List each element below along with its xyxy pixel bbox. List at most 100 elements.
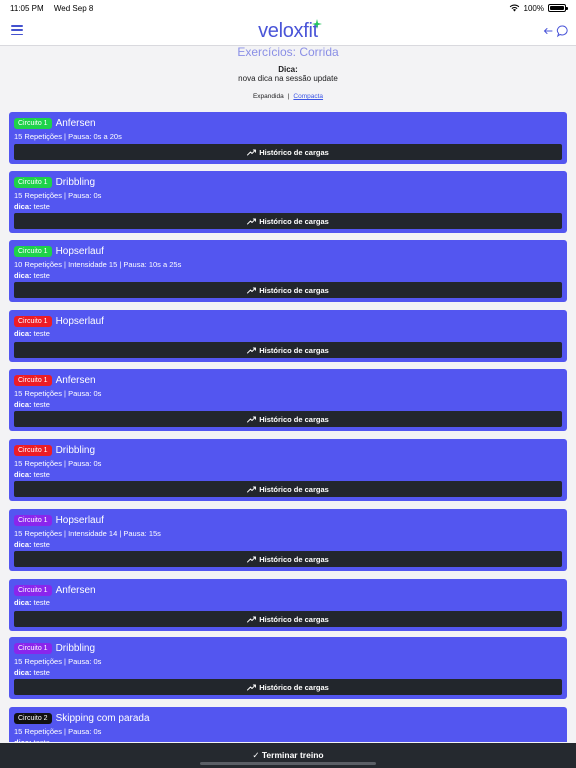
battery-icon <box>548 4 568 12</box>
exercise-tip-text: teste <box>33 668 50 677</box>
view-expanded-link[interactable]: Expandida <box>253 93 284 100</box>
exercise-name: Skipping com parada <box>55 712 150 724</box>
exercise-tip-label: dica: <box>14 540 32 549</box>
exercise-tip-label: dica: <box>14 668 32 677</box>
exercise-tip: dica: teste <box>14 201 562 212</box>
chat-icon[interactable] <box>556 24 570 38</box>
back-arrow-icon[interactable] <box>542 25 554 37</box>
exercise-card-header: Circuito 1 Dribbling <box>14 641 562 655</box>
exercise-tip: dica: teste <box>14 539 562 550</box>
circuit-badge: Circuito 1 <box>14 584 52 596</box>
exercise-card-header: Circuito 1 Dribbling <box>14 175 562 189</box>
exercise-card[interactable]: Circuito 1 Hopserlauf 15 Repetições | Inte… <box>9 509 567 571</box>
load-history-button[interactable]: Histórico de cargas <box>14 679 562 695</box>
trending-up-icon <box>247 486 259 493</box>
exercise-tip: dica: teste <box>14 328 562 339</box>
exercise-card[interactable]: Circuito 1 Dribbling 15 Repetições | Pausa… <box>9 171 567 233</box>
exercise-name: Anfersen <box>55 374 96 386</box>
exercise-name: Dribbling <box>55 444 96 456</box>
trending-up-icon <box>247 287 259 294</box>
circuit-badge: Circuito 1 <box>14 117 52 129</box>
exercise-tip-text: teste <box>33 202 50 211</box>
circuit-badge: Circuito 1 <box>14 245 52 257</box>
exercise-info: 15 Repetições | Pausa: 0s <box>14 657 102 666</box>
exercise-info: 15 Repetições | Pausa: 0s a 20s <box>14 132 122 141</box>
load-history-button[interactable]: Histórico de cargas <box>14 481 562 497</box>
exercise-tip-label: dica: <box>14 271 32 280</box>
trending-up-icon <box>247 416 259 423</box>
exercise-tip-label: dica: <box>14 598 32 607</box>
status-date: Wed Sep 8 <box>53 3 94 13</box>
load-history-label: Histórico de cargas <box>259 484 329 494</box>
load-history-label: Histórico de cargas <box>259 147 329 157</box>
battery-percent: 100% <box>523 3 544 13</box>
view-toggle: Expandida | Compacta <box>0 93 576 100</box>
exercise-card-header: Circuito 1 Dribbling <box>14 443 562 457</box>
load-history-label: Histórico de cargas <box>259 216 329 226</box>
tip-label: Dica: <box>278 65 298 74</box>
view-compact-link[interactable]: Compacta <box>293 93 323 100</box>
load-history-label: Histórico de cargas <box>259 614 329 624</box>
exercise-tip: dica: teste <box>14 469 562 480</box>
load-history-button[interactable]: Histórico de cargas <box>14 213 562 229</box>
load-history-button[interactable]: Histórico de cargas <box>14 342 562 358</box>
load-history-label: Histórico de cargas <box>259 345 329 355</box>
exercise-card[interactable]: Circuito 1 Hopserlauf dica: teste Histórico… <box>9 310 567 362</box>
load-history-button[interactable]: Histórico de cargas <box>14 611 562 627</box>
exercise-tip: dica: teste <box>14 270 562 281</box>
exercise-tip-label: dica: <box>14 202 32 211</box>
exercise-tip-label: dica: <box>14 470 32 479</box>
load-history-label: Histórico de cargas <box>259 285 329 295</box>
exercise-name: Hopserlauf <box>55 514 104 526</box>
exercise-card-header: Circuito 1 Hopserlauf <box>14 513 562 527</box>
circuit-badge: Circuito 1 <box>14 642 52 654</box>
exercise-card[interactable]: Circuito 1 Anfersen dica: teste Histórico d… <box>9 579 567 631</box>
circuit-badge: Circuito 1 <box>14 514 52 526</box>
exercise-info: 15 Repetições | Pausa: 0s <box>14 459 102 468</box>
status-left: 11:05 PM Wed Sep 8 <box>10 4 101 13</box>
load-history-button[interactable]: Histórico de cargas <box>14 144 562 160</box>
circuit-badge: Circuito 1 <box>14 444 52 456</box>
exercise-tip-label: dica: <box>14 400 32 409</box>
circuit-badge: Circuito 1 <box>14 374 52 386</box>
circuit-badge: Circuito 1 <box>14 315 52 327</box>
exercise-name: Hopserlauf <box>55 315 104 327</box>
exercise-card-header: Circuito 1 Anfersen <box>14 116 562 130</box>
exercise-info: 10 Repetições | Intensidade 15 | Pausa: … <box>14 260 182 269</box>
load-history-button[interactable]: Histórico de cargas <box>14 282 562 298</box>
load-history-label: Histórico de cargas <box>259 682 329 692</box>
trending-up-icon <box>247 149 259 156</box>
exercise-card-header: Circuito 2 Skipping com parada <box>14 711 562 725</box>
status-bar: 11:05 PM Wed Sep 8 100% <box>0 0 576 16</box>
tip-text: nova dica na sessão update <box>238 74 338 83</box>
load-history-button[interactable]: Histórico de cargas <box>14 411 562 427</box>
logo: veloxfit <box>258 20 318 42</box>
load-history-button[interactable]: Histórico de cargas <box>14 551 562 567</box>
exercise-info: 15 Repetições | Pausa: 0s <box>14 727 102 736</box>
exercise-card[interactable]: Circuito 1 Hopserlauf 10 Repetições | Inte… <box>9 240 567 302</box>
view-separator: | <box>287 93 290 100</box>
status-time: 11:05 PM <box>10 3 44 13</box>
exercise-card[interactable]: Circuito 1 Anfersen 15 Repetições | Pausa:… <box>9 369 567 431</box>
exercise-card[interactable]: Circuito 1 Dribbling 15 Repetições | Pausa… <box>9 439 567 501</box>
exercise-card[interactable]: Circuito 2 Skipping com parada 15 Repetiçõ… <box>9 707 567 742</box>
exercise-tip-label: dica: <box>14 738 32 742</box>
exercise-name: Dribbling <box>55 642 96 654</box>
exercise-card[interactable]: Circuito 1 Dribbling 15 Repetições | Pausa… <box>9 637 567 699</box>
sparkle-icon <box>312 19 322 29</box>
exercise-tip-text: teste <box>33 400 50 409</box>
exercise-tip-text: teste <box>34 738 50 742</box>
exercise-card[interactable]: Circuito 1 Anfersen 15 Repetições | Pausa:… <box>9 112 567 164</box>
exercise-info: 15 Repetições | Pausa: 0s <box>14 389 102 398</box>
exercise-name: Anfersen <box>55 584 96 596</box>
exercise-tip: dica: teste <box>14 737 562 742</box>
exercise-name: Hopserlauf <box>55 245 104 257</box>
exercise-tip-text: teste <box>33 598 50 607</box>
exercise-card-header: Circuito 1 Hopserlauf <box>14 314 562 328</box>
home-indicator <box>200 762 376 765</box>
exercise-info: 15 Repetições | Intensidade 14 | Pausa: … <box>14 529 161 538</box>
trending-up-icon <box>247 347 259 354</box>
trending-up-icon <box>247 616 259 623</box>
exercise-tip-text: teste <box>33 271 50 280</box>
exercise-card-header: Circuito 1 Hopserlauf <box>14 244 562 258</box>
